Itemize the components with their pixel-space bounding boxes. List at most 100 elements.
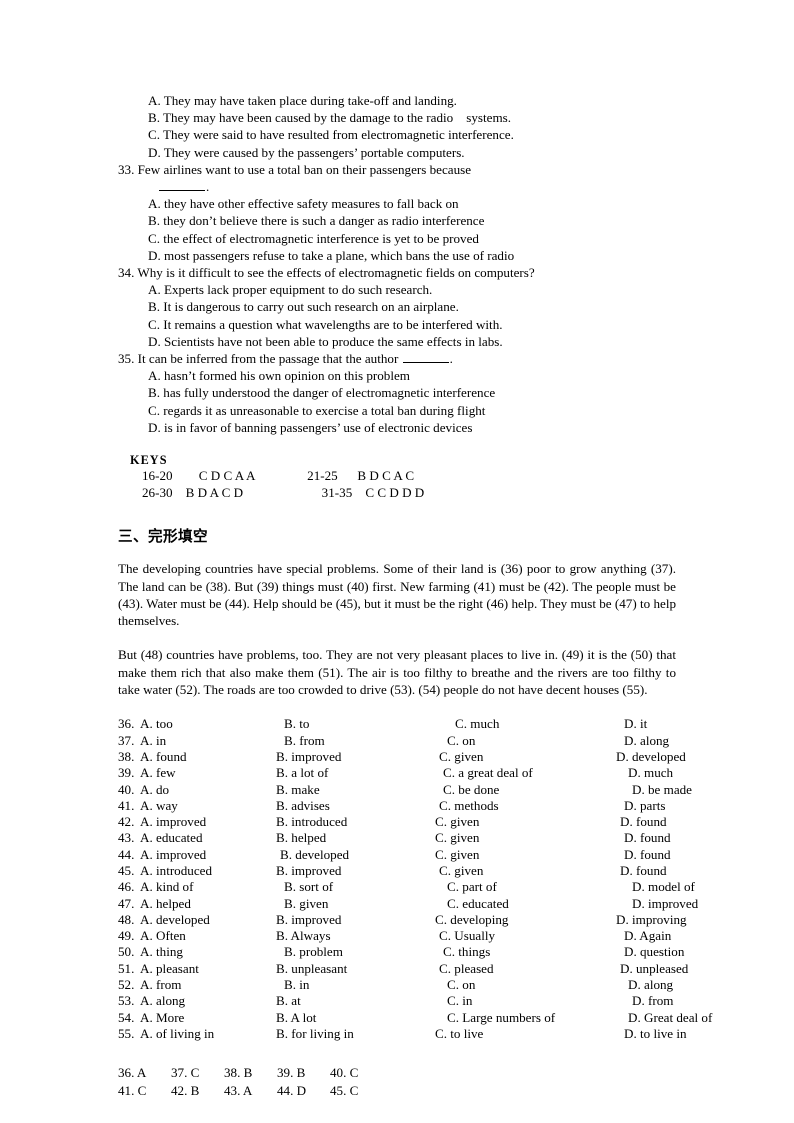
cloze-choice-a[interactable]: A. along: [140, 993, 260, 1009]
cloze-choice-d[interactable]: D. found: [600, 814, 760, 830]
cloze-item-number: 49.: [118, 928, 135, 944]
cloze-choice-d[interactable]: D. to live in: [600, 1026, 760, 1042]
cloze-choice-a[interactable]: A. of living in: [140, 1026, 260, 1042]
cloze-choice-b[interactable]: B. introduced: [260, 814, 419, 830]
cloze-choice-a[interactable]: A. thing: [140, 944, 260, 960]
cloze-choice-d[interactable]: D. improving: [600, 912, 760, 928]
cloze-choice-d[interactable]: D. improved: [600, 896, 760, 912]
section-heading-cloze: 三、完形填空: [118, 528, 208, 546]
cloze-choice-b[interactable]: B. to: [260, 716, 419, 732]
cloze-choice-b[interactable]: B. A lot: [260, 1010, 419, 1026]
cloze-choice-c[interactable]: C. methods: [419, 798, 600, 814]
cloze-choice-a[interactable]: A. helped: [140, 896, 260, 912]
cloze-choice-c[interactable]: C. given: [419, 749, 600, 765]
cloze-choice-b[interactable]: B. in: [260, 977, 419, 993]
cloze-choice-d[interactable]: D. found: [600, 830, 760, 846]
cloze-choice-b[interactable]: B. improved: [260, 863, 419, 879]
cloze-item-number: 43.: [118, 830, 135, 846]
cloze-choice-c[interactable]: C. given: [419, 830, 600, 846]
cloze-choice-a[interactable]: A. do: [140, 782, 260, 798]
cloze-choice-a[interactable]: A. from: [140, 977, 260, 993]
cloze-choice-c[interactable]: C. Usually: [419, 928, 600, 944]
cloze-choice-a[interactable]: A. pleasant: [140, 961, 260, 977]
cloze-choice-b[interactable]: B. sort of: [260, 879, 419, 895]
cloze-choice-a[interactable]: A. too: [140, 716, 260, 732]
cloze-item-number: 37.: [118, 732, 135, 748]
cloze-choice-b[interactable]: B. improved: [260, 912, 419, 928]
cloze-choice-d[interactable]: D. from: [600, 993, 760, 1009]
cloze-choice-a[interactable]: A. in: [140, 733, 260, 749]
cloze-choice-a[interactable]: A. More: [140, 1010, 260, 1026]
cloze-choice-c[interactable]: C. things: [419, 944, 600, 960]
cloze-option-row: 43. A. educated B. helped C. given D. found: [118, 830, 760, 846]
cloze-choice-b[interactable]: B. developed: [260, 847, 419, 863]
cloze-choice-d[interactable]: D. found: [600, 847, 760, 863]
cloze-choice-b[interactable]: B. Always: [260, 928, 419, 944]
cloze-choice-c[interactable]: C. given: [419, 863, 600, 879]
keys-row: 26-30 B D A C D 31-35 C C D D D: [142, 484, 425, 500]
cloze-choice-c[interactable]: C. on: [419, 733, 600, 749]
cloze-choice-c[interactable]: C. educated: [419, 896, 600, 912]
cloze-choice-b[interactable]: B. improved: [260, 749, 419, 765]
cloze-choice-b[interactable]: B. advises: [260, 798, 419, 814]
cloze-choice-c[interactable]: C. Large numbers of: [419, 1010, 600, 1026]
cloze-choice-a[interactable]: A. introduced: [140, 863, 260, 879]
cloze-choice-a[interactable]: A. few: [140, 765, 260, 781]
cloze-choice-c[interactable]: C. part of: [419, 879, 600, 895]
cloze-choice-c[interactable]: C. on: [419, 977, 600, 993]
cloze-choice-b[interactable]: B. make: [260, 782, 419, 798]
cloze-choice-c[interactable]: C. much: [419, 716, 600, 732]
cloze-choice-d[interactable]: D. Again: [600, 928, 760, 944]
cloze-choice-a[interactable]: A. developed: [140, 912, 260, 928]
cloze-choice-d[interactable]: D. question: [600, 944, 760, 960]
cloze-choice-d[interactable]: D. model of: [600, 879, 760, 895]
cloze-choice-b[interactable]: B. unpleasant: [260, 961, 419, 977]
cloze-choice-d[interactable]: D. along: [600, 977, 760, 993]
cloze-choice-b[interactable]: B. a lot of: [260, 765, 419, 781]
cloze-choice-a[interactable]: A. way: [140, 798, 260, 814]
option-row: B. They may have been caused by the dama…: [148, 110, 512, 126]
cloze-choice-c[interactable]: C. given: [419, 847, 600, 863]
answer-key-cell: 42. B: [171, 1082, 200, 1098]
cloze-choice-c[interactable]: C. pleased: [419, 961, 600, 977]
page-content: A. They may have taken place during take…: [118, 92, 712, 1099]
cloze-choice-d[interactable]: D. along: [600, 733, 760, 749]
cloze-choice-d[interactable]: D. be made: [600, 782, 760, 798]
cloze-choice-c[interactable]: C. be done: [419, 782, 600, 798]
cloze-item-number: 45.: [118, 862, 135, 878]
cloze-option-row: 36. A. too B. to C. much D. it: [118, 716, 760, 732]
answer-key-cell: 41. C: [118, 1082, 147, 1098]
cloze-choice-a[interactable]: A. improved: [140, 814, 260, 830]
option-row: D. most passengers refuse to take a plan…: [148, 247, 515, 263]
cloze-item-number: 36.: [118, 716, 135, 732]
cloze-choice-a[interactable]: A. kind of: [140, 879, 260, 895]
cloze-choice-c[interactable]: C. a great deal of: [419, 765, 600, 781]
cloze-choice-b[interactable]: B. for living in: [260, 1026, 419, 1042]
cloze-choice-a[interactable]: A. Often: [140, 928, 260, 944]
cloze-choice-b[interactable]: B. given: [260, 896, 419, 912]
option-row: A. Experts lack proper equipment to do s…: [148, 282, 433, 298]
cloze-choice-a[interactable]: A. educated: [140, 830, 260, 846]
cloze-choice-c[interactable]: C. developing: [419, 912, 600, 928]
cloze-choice-d[interactable]: D. found: [600, 863, 760, 879]
cloze-choice-b[interactable]: B. problem: [260, 944, 419, 960]
option-row: D. is in favor of banning passengers’ us…: [148, 419, 473, 435]
cloze-choice-b[interactable]: B. at: [260, 993, 419, 1009]
cloze-choice-d[interactable]: D. developed: [600, 749, 760, 765]
cloze-choice-c[interactable]: C. given: [419, 814, 600, 830]
cloze-choice-b[interactable]: B. from: [260, 733, 419, 749]
cloze-choice-d[interactable]: D. parts: [600, 798, 760, 814]
answer-key-cell: 45. C: [330, 1082, 359, 1098]
cloze-choice-d[interactable]: D. Great deal of: [600, 1010, 760, 1026]
option-row: B. has fully understood the danger of el…: [148, 385, 496, 401]
cloze-choice-a[interactable]: A. improved: [140, 847, 260, 863]
cloze-choice-d[interactable]: D. unpleased: [600, 961, 760, 977]
cloze-option-row: 49. A. Often B. Always C. Usually D. Again: [118, 928, 760, 944]
cloze-choice-d[interactable]: D. much: [600, 765, 760, 781]
cloze-choice-a[interactable]: A. found: [140, 749, 260, 765]
question-35-stem-tail: .: [449, 351, 453, 367]
cloze-choice-c[interactable]: C. in: [419, 993, 600, 1009]
cloze-choice-b[interactable]: B. helped: [260, 830, 419, 846]
cloze-choice-c[interactable]: C. to live: [419, 1026, 600, 1042]
cloze-choice-d[interactable]: D. it: [600, 716, 760, 732]
